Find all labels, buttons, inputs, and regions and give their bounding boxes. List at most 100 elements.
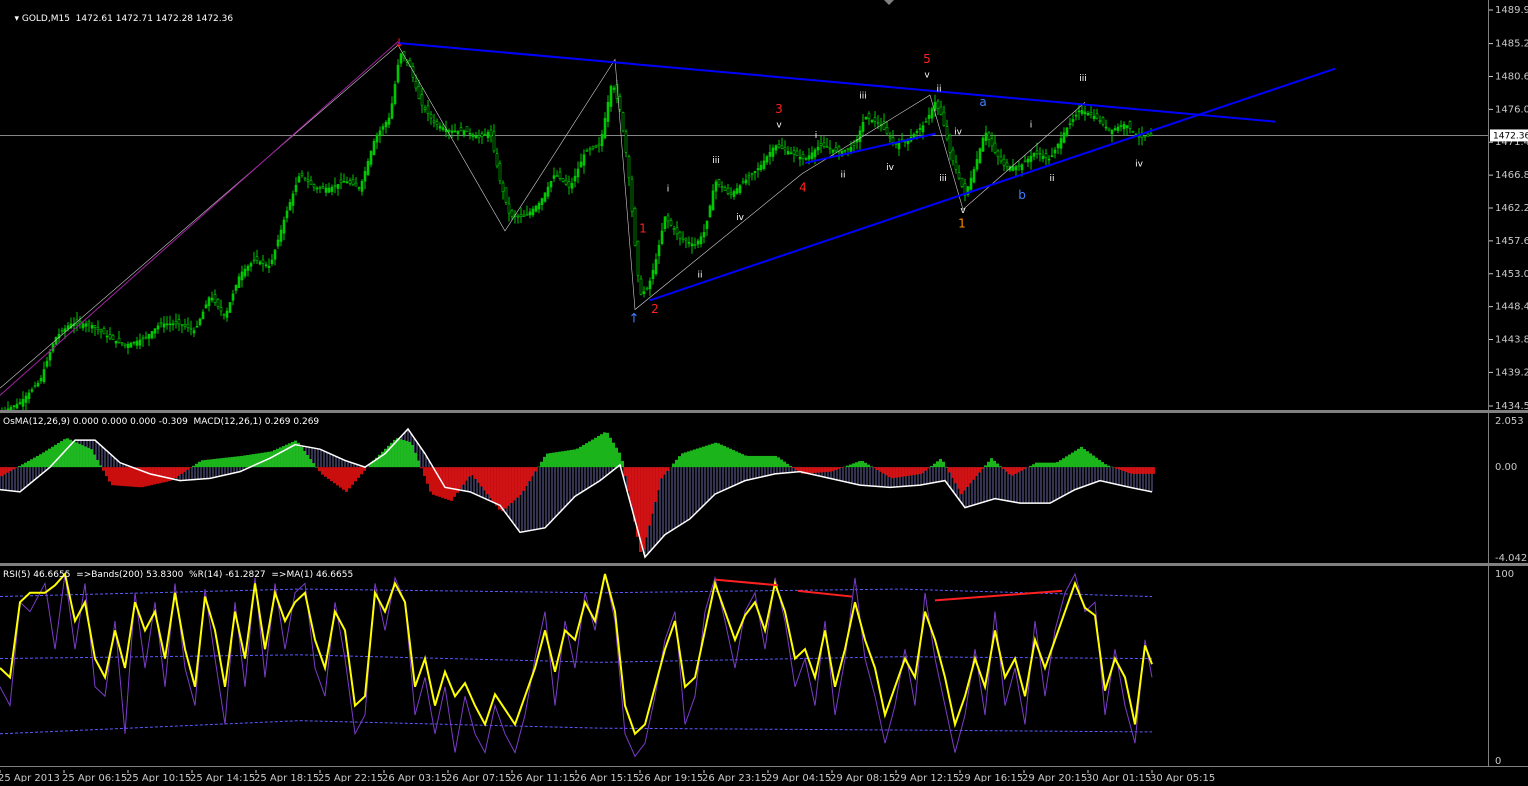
candle-body [349,181,351,184]
osma-bar [1002,467,1005,469]
candle-body [583,155,585,166]
candle-body [46,361,48,366]
price-axis: 1489.911485.211480.611476.011471.411466.… [1488,0,1528,410]
osma-bar [693,449,696,467]
candle-body [532,209,534,215]
candle-body [817,147,819,150]
osma-bar [783,462,786,467]
osma-bar [504,467,507,508]
candle-body [1123,124,1125,129]
candle-body [277,240,279,246]
candle-body [1078,111,1080,112]
price-tick-label: 1448.41 [1495,302,1528,313]
candle-body [250,263,252,266]
osma-bar [426,467,429,484]
candle-body [226,311,228,317]
osma-chart[interactable] [0,413,1488,563]
osma-bar [1014,467,1017,474]
osma-bar [165,467,168,482]
osma-bar [324,467,327,477]
candle-body [805,159,807,160]
candle-body [1048,159,1050,160]
wave-label: 5 [923,52,931,66]
osma-bar [147,467,150,486]
candle-body [301,173,303,175]
osma-bar [837,467,840,469]
candle-body [262,260,264,263]
osma-bar [486,467,489,494]
candle-body [1060,138,1062,148]
candle-body [652,270,654,278]
candle-body [784,147,786,150]
candle-body [529,212,531,215]
osma-bar [297,443,300,467]
chart-menu-icon[interactable]: ▾ [14,14,21,24]
candle-body [889,137,891,138]
rsi-pane[interactable]: RSI(5) 46.6655 =>Bands(200) 53.8300 %R(1… [0,566,1488,766]
candle-body [439,126,441,128]
candle-body [322,187,324,188]
candle-body [394,84,396,103]
osma-bar [72,441,75,467]
candle-body [1120,126,1122,127]
candle-body [259,262,261,264]
price-chart[interactable]: ↓↑123451abiiiiiiivviiiiiiivviiiviiiviiii… [0,0,1488,410]
osma-tick-label: 0.00 [1495,462,1517,473]
candle-body [187,324,189,328]
candle-body [478,136,480,138]
osma-bar [360,467,363,474]
osma-bar [492,467,495,502]
osma-bar [96,460,99,467]
candle-body [577,169,579,177]
candle-body [244,269,246,276]
candle-body [724,188,726,191]
osma-bar [627,467,630,491]
wave-label: a [979,95,986,109]
osma-tick-label: -4.042 [1495,553,1527,563]
candle-body [547,187,549,196]
osma-bar [570,450,573,467]
candle-body [1000,157,1002,161]
price-pane[interactable]: ↓↑123451abiiiiiiivviiiiiiivviiiviiiviiii… [0,0,1488,410]
osma-bar [222,458,225,467]
osma-bar [615,448,618,467]
candle-body [427,106,429,114]
candle-body [958,173,960,178]
candle-body [637,241,639,275]
osma-bar [696,449,699,468]
osma-bar [1044,463,1047,467]
osma-bar [960,467,963,494]
osma-bar [657,467,660,490]
candle-body [484,134,486,135]
osma-bar [342,467,345,490]
osma-bar [882,467,885,473]
candle-body [715,182,717,191]
candle-body [154,329,156,334]
candle-body [460,128,462,131]
osma-bar [1107,466,1110,468]
osma-bar [834,467,837,470]
osma-bar [897,467,900,477]
osma-bar [123,467,126,486]
osma-bar [903,467,906,476]
candle-body [100,330,102,332]
candle-body [91,325,93,328]
candle-body [820,143,822,145]
osma-bar [927,467,930,468]
candle-body [178,320,180,324]
osma-bar [582,445,585,467]
candle-body [973,169,975,182]
shift-marker-icon[interactable] [884,0,894,5]
osma-bar [99,465,102,467]
osma-bar [459,467,462,489]
rsi-chart[interactable] [0,566,1488,766]
candle-body [355,183,357,186]
candle-body [517,216,519,217]
candle-body [145,337,147,338]
osma-pane[interactable]: OsMA(12,26,9) 0.000 0.000 0.000 -0.309 M… [0,413,1488,563]
current-price-label: 1472.36 [1493,131,1528,141]
osma-bar [900,467,903,477]
osma-bar [1119,467,1122,470]
osma-bar [780,460,783,468]
osma-bar [420,467,423,468]
